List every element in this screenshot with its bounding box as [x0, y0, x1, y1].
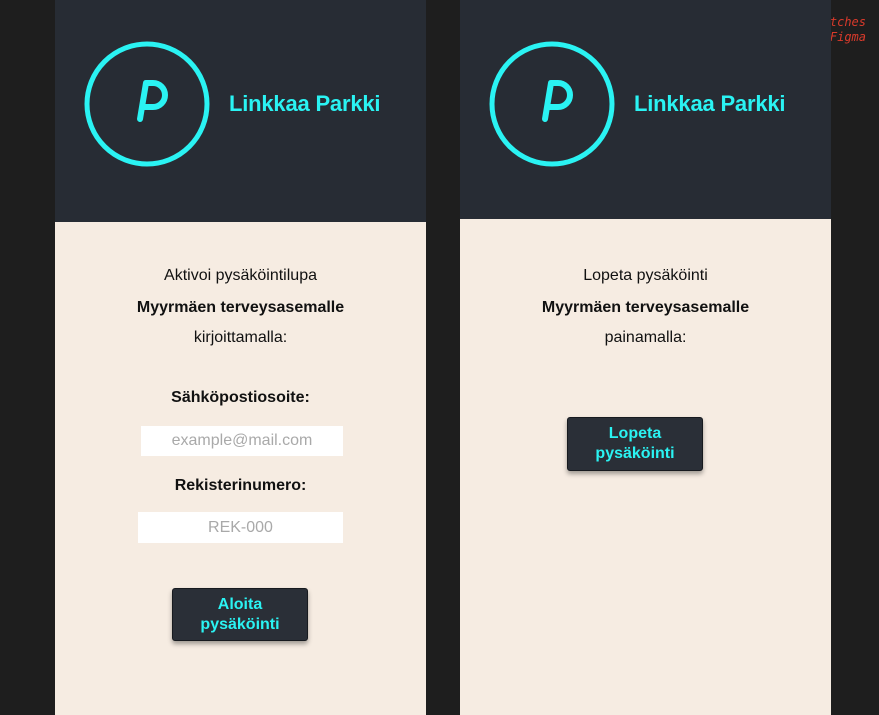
intro-line-3: painamalla: — [604, 329, 687, 346]
start-button-line-2: pysäköinti — [200, 615, 280, 633]
intro-line-3: kirjoittamalla: — [193, 329, 288, 346]
intro-line-1: Aktivoi pysäköintilupa — [164, 267, 317, 284]
plate-label: Rekisterinumero: — [174, 477, 307, 494]
start-button-line-1: Aloita — [217, 595, 263, 613]
intro-location: Myyrmäen terveysasemalle — [541, 299, 750, 316]
email-label: Sähköpostiosoite: — [171, 389, 310, 406]
email-input[interactable] — [141, 426, 343, 456]
stop-parking-button[interactable]: Lopeta pysäköinti — [567, 417, 703, 471]
start-parking-button[interactable]: Aloita pysäköinti — [172, 588, 308, 641]
intro-line-1: Lopeta pysäköinti — [583, 267, 708, 284]
stop-button-line-2: pysäköinti — [595, 445, 675, 462]
intro-location: Myyrmäen terveysasemalle — [136, 299, 345, 316]
app-header: Linkkaa Parkki — [460, 0, 831, 219]
registration-input[interactable] — [138, 512, 343, 543]
stop-button-line-1: Lopeta — [608, 425, 662, 442]
app-name: Linkkaa Parkki — [634, 91, 786, 116]
stop-parking-screen: Linkkaa Parkki Lopeta pysäköinti Myyrmäe… — [460, 0, 831, 715]
parking-logo-icon — [489, 41, 615, 167]
parking-logo-icon — [84, 41, 210, 167]
start-parking-screen: Linkkaa Parkki Aktivoi pysäköintilupa My… — [55, 0, 426, 715]
app-name: Linkkaa Parkki — [229, 91, 381, 116]
app-header: Linkkaa Parkki — [55, 0, 426, 222]
